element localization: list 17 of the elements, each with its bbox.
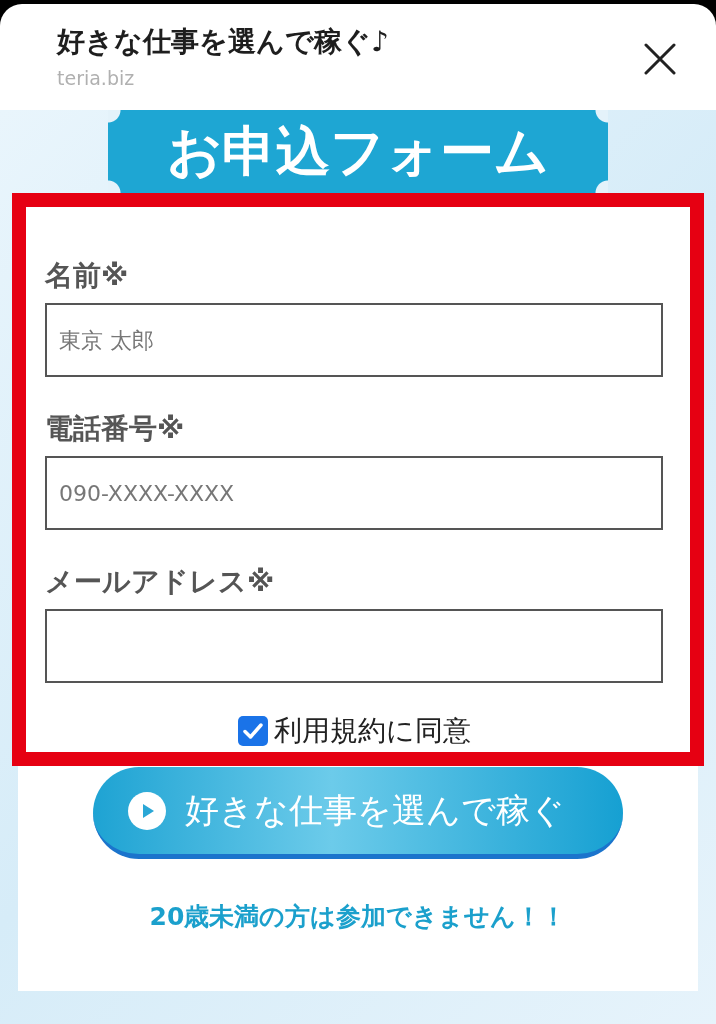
input-field[interactable]	[45, 609, 663, 683]
close-icon	[644, 43, 676, 75]
site-url: teria.biz	[57, 66, 136, 90]
agreement-label: 利用規約に同意	[273, 713, 471, 749]
checkmark-icon	[242, 723, 263, 739]
input-field[interactable]: 090-XXXX-XXXX	[45, 456, 663, 530]
input-field[interactable]: 東京 太郎	[45, 303, 663, 377]
sheet-title: 好きな仕事を選んで稼ぐ♪	[57, 24, 389, 60]
field-label: メールアドレス※	[45, 564, 276, 600]
field-label: 電話番号※	[45, 411, 186, 447]
age-notice: 20歳未満の方は参加できません！！	[149, 901, 567, 933]
play-icon	[128, 791, 166, 830]
field-label: 名前※	[45, 258, 130, 294]
form-banner: お申込フォーム	[108, 110, 608, 193]
checkbox[interactable]	[237, 716, 268, 746]
submit-button[interactable]: 好きな仕事を選んで稼ぐ	[93, 767, 623, 859]
close-button[interactable]	[644, 43, 676, 75]
